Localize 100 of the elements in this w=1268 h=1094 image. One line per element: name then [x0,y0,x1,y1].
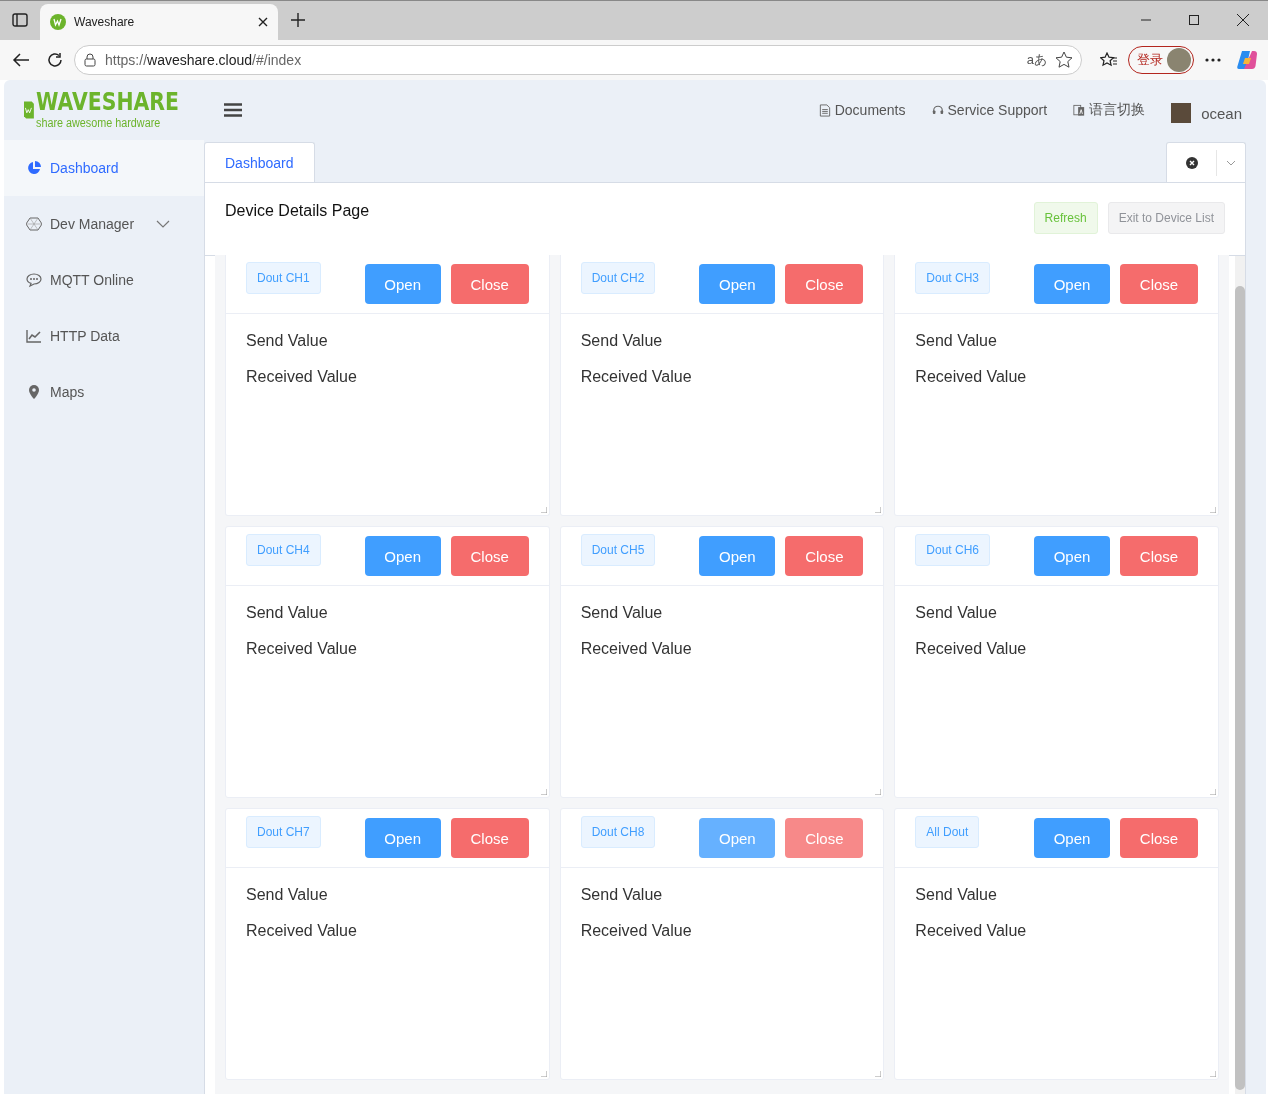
headset-icon [931,103,944,117]
chevron-down-icon[interactable] [156,220,170,228]
user-avatar [1171,103,1192,123]
open-button[interactable]: Open [699,264,776,304]
send-value-label: Send Value [580,332,664,350]
sidebar-item[interactable]: Dev Manager [4,196,204,252]
close-icon[interactable] [1185,156,1198,169]
logo-tagline: share awesome hardware [35,115,162,131]
open-button[interactable]: Open [1034,264,1110,304]
tab-actions-icon[interactable] [12,12,28,28]
resize-handle-icon[interactable] [540,507,547,513]
avatar [1167,48,1191,72]
translate-icon [1073,103,1086,117]
url-text: https://waveshare.cloud/#/index [105,52,303,68]
open-button[interactable]: Open [364,818,441,858]
open-button[interactable]: Open [699,818,776,858]
resize-handle-icon[interactable] [1210,789,1216,795]
send-value-label: Send Value [915,604,998,622]
channel-tag: Dout CH1 [246,262,321,294]
open-button[interactable]: Open [1034,818,1110,858]
received-value-label: Received Value [580,922,693,940]
received-value-label: Received Value [246,368,358,386]
received-value-label: Received Value [915,640,1028,658]
favorites-icon[interactable] [1100,52,1118,68]
send-value-label: Send Value [915,886,998,904]
reload-icon[interactable] [47,52,63,68]
line-chart-icon [26,328,42,344]
resize-handle-icon[interactable] [540,1071,547,1077]
resize-handle-icon[interactable] [875,789,882,795]
lock-icon [83,53,97,67]
new-tab-icon[interactable] [290,12,306,28]
received-value-label: Received Value [580,368,693,386]
received-value-label: Received Value [246,922,358,940]
channel-tag: Dout CH6 [915,534,990,566]
chevron-down-icon[interactable] [1226,159,1236,166]
hexagon-icon [26,216,42,232]
close-button[interactable]: Close [450,536,529,576]
received-value-label: Received Value [246,640,358,658]
channel-tag: Dout CH3 [915,262,990,294]
maximize-icon[interactable] [1189,15,1199,25]
close-button[interactable]: Close [1120,264,1198,304]
header-link[interactable]: Service Support [931,102,1048,118]
pie-chart-icon [26,160,42,176]
close-icon[interactable] [258,17,268,27]
open-button[interactable]: Open [364,264,441,304]
received-value-label: Received Value [580,640,693,658]
close-button[interactable]: Close [450,264,529,304]
close-button[interactable]: Close [450,818,529,858]
close-button[interactable]: Close [785,536,864,576]
close-button[interactable]: Close [1120,818,1198,858]
document-icon [818,103,831,117]
refresh-button[interactable]: Refresh [1033,202,1098,234]
header-link[interactable]: 语言切换 [1073,101,1146,119]
sidebar-item[interactable]: Dashboard [4,140,204,196]
send-value-label: Send Value [915,332,998,350]
map-pin-icon [26,384,42,400]
page-title: Device Details Page [225,202,370,220]
exit-button[interactable]: Exit to Device List [1107,202,1225,234]
resize-handle-icon[interactable] [1210,507,1216,513]
back-arrow-icon[interactable] [12,52,30,68]
channel-tag: Dout CH4 [246,534,321,566]
open-button[interactable]: Open [699,536,776,576]
channel-tag: All Dout [915,816,980,848]
resize-handle-icon[interactable] [540,789,547,795]
channel-tag: Dout CH8 [580,816,656,848]
more-icon[interactable] [1205,58,1221,62]
copilot-icon[interactable] [1236,49,1258,71]
logo-title: WAVESHARE [35,89,179,115]
tab-title: Waveshare [74,15,136,29]
header-link[interactable]: Documents [818,102,906,118]
close-button[interactable]: Close [785,818,864,858]
send-value-label: Send Value [580,886,664,904]
send-value-label: Send Value [246,332,329,350]
menu-icon[interactable] [224,103,242,117]
send-value-label: Send Value [246,886,329,904]
translate-button[interactable]: aあ [1026,51,1047,69]
channel-tag: Dout CH7 [246,816,321,848]
channel-tag: Dout CH5 [580,534,656,566]
address-bar[interactable]: https://waveshare.cloud/#/index aあ [74,45,1082,75]
send-value-label: Send Value [580,604,664,622]
star-icon[interactable] [1055,51,1073,69]
user-menu[interactable]: ocean [1171,97,1242,123]
open-button[interactable]: Open [364,536,441,576]
waveshare-favicon-icon [50,14,66,30]
close-button[interactable]: Close [1120,536,1198,576]
received-value-label: Received Value [915,922,1028,940]
sidebar-item[interactable]: MQTT Online [4,252,204,308]
page-tab[interactable]: Dashboard [204,142,315,182]
close-button[interactable]: Close [785,264,864,304]
browser-tab[interactable]: Waveshare [40,4,278,40]
close-window-icon[interactable] [1237,14,1249,26]
sidebar-item[interactable]: Maps [4,364,204,420]
resize-handle-icon[interactable] [1210,1071,1216,1077]
sidebar-item[interactable]: HTTP Data [4,308,204,364]
chat-bubble-icon [26,272,42,288]
received-value-label: Received Value [915,368,1028,386]
resize-handle-icon[interactable] [875,507,882,513]
open-button[interactable]: Open [1034,536,1110,576]
channel-tag: Dout CH2 [580,262,656,294]
resize-handle-icon[interactable] [875,1071,882,1077]
